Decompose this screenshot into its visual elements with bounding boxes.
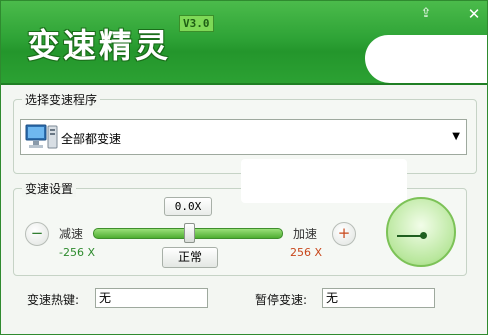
program-select[interactable]: 全部都变速 ▼ [20, 119, 467, 155]
fast-label: 加速 [293, 227, 318, 241]
speed-group-title: 变速设置 [22, 180, 77, 197]
chevron-down-icon[interactable]: ▼ [452, 131, 460, 142]
pause-hotkey-label: 暂停变速: [255, 293, 308, 307]
min-speed-value: -256 X [59, 246, 95, 259]
pause-hotkey-field[interactable]: 无 [322, 288, 435, 308]
close-icon[interactable]: ✕ [463, 5, 485, 23]
version-badge: V3.0 [179, 15, 214, 32]
app-title: 变速精灵 [27, 26, 171, 65]
upload-icon[interactable]: ⇪ [415, 5, 437, 23]
selected-program: 全部都变速 [61, 132, 122, 146]
speed-slider-thumb[interactable] [184, 223, 195, 243]
max-speed-value: 256 X [290, 246, 323, 259]
redacted-area-2 [241, 159, 407, 203]
speed-dial[interactable] [386, 197, 456, 267]
computer-icon [25, 124, 58, 149]
program-group-title: 选择变速程序 [22, 91, 101, 108]
speed-display: 0.0X [164, 197, 212, 216]
dial-center [420, 232, 427, 239]
speed-hotkey-field[interactable]: 无 [95, 288, 208, 308]
slow-label: 减速 [59, 227, 84, 241]
decrease-speed-button[interactable]: − [25, 222, 49, 246]
speed-hotkey-label: 变速热键: [27, 293, 80, 307]
redacted-area [365, 35, 487, 83]
main-window: 变速精灵 V3.0 ⇪ ✕ 选择变速程序 全部都变速 ▼ 变速设置 0.0X −… [0, 0, 488, 335]
normal-speed-button[interactable]: 正常 [162, 247, 218, 268]
increase-speed-button[interactable]: + [332, 222, 356, 246]
